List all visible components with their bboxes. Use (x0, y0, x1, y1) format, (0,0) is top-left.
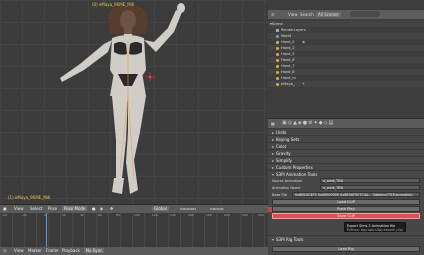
load-rig-button[interactable]: Load Rig (272, 246, 420, 252)
outliner-editor-icon[interactable]: ☰ (271, 12, 275, 17)
timeline-header: ◷ View Marker Frame Playback No Sync (0, 247, 268, 255)
outliner-tree: ▾Scene RenderLayers World Hand_0 ◉ Hand_2… (268, 19, 424, 118)
character-model (60, 3, 185, 194)
tick-label: -20 (22, 213, 27, 217)
layer-buttons[interactable]: ▫▫▫▫▫▫ (180, 206, 196, 211)
timeline-view-menu[interactable]: View (14, 248, 24, 253)
viewport-header-text: (0) eMaya_96ME_Mdl (92, 2, 135, 7)
object-icon (276, 46, 279, 50)
tick-label: 200 (224, 213, 230, 217)
current-frame-indicator[interactable] (46, 213, 47, 247)
manipulator-icon[interactable]: ✥ (110, 206, 113, 211)
pose-menu[interactable]: Pose (48, 206, 57, 211)
object-icon (276, 76, 279, 80)
load-clip-button[interactable]: Load CLIP (272, 199, 420, 205)
panel-s3pi-animation[interactable]: ▾ S3PI Animation Tools (268, 170, 424, 178)
timeline-ticks: -40 -20 0 20 40 60 80 100 120 140 160 18… (0, 213, 268, 218)
export-tooltip: Export Sims 3 Animation file Python: bpy… (344, 222, 406, 232)
collapse-icon: ▾ (272, 237, 275, 242)
tick-label: 100 (134, 213, 140, 217)
tick-label: 120 (152, 213, 158, 217)
context-tabs[interactable]: ▣◎▲◈●⚙✦◆◇▤ (282, 120, 334, 126)
collapse-icon: ▾ (272, 172, 275, 177)
source-animation-field[interactable]: a_walk_TBD (320, 178, 420, 183)
render-layers-icon (276, 28, 279, 32)
timeline[interactable] (0, 213, 268, 247)
tick-label: 60 (98, 213, 102, 217)
outliner-search-input[interactable] (350, 11, 380, 17)
tick-label: 160 (188, 213, 194, 217)
outliner-row[interactable]: eMaya_ ✦ (268, 81, 424, 87)
frame-menu[interactable]: Frame (46, 248, 58, 253)
rush-play-button[interactable]: Rush Play (272, 206, 420, 212)
tooltip-python: Python: bpy.ops.s3py.export_clip() (347, 228, 403, 232)
outliner-search-menu[interactable]: Search (300, 12, 314, 17)
orientation-dropdown[interactable]: Global (152, 206, 169, 211)
3d-viewport[interactable]: (0) eMaya_96ME_Mdl (1) eMaya_96ME_Mdl (0, 0, 268, 204)
animation-name-field[interactable]: a_walk_TBD (320, 185, 420, 190)
tick-label: 220 (242, 213, 248, 217)
pivot-icon[interactable]: ◈ (100, 206, 103, 211)
base-file-field[interactable]: 0x6B20C4F3 0x00000000 0x8E9AF5E7C4A... (… (292, 192, 420, 197)
object-icon (276, 70, 279, 74)
object-icon (276, 52, 279, 56)
sync-dropdown[interactable]: No Sync (84, 248, 105, 253)
armature-data-icon[interactable]: ✦ (302, 81, 305, 87)
base-file-label: Base File (272, 193, 288, 197)
source-animation-label: Source Animation (272, 179, 303, 183)
scene-display-dropdown[interactable]: All Scenes (316, 12, 341, 17)
tick-label: 20 (62, 213, 66, 217)
save-clip-button[interactable]: Save CLIP (272, 213, 420, 219)
marker-menu[interactable]: Marker (28, 248, 42, 253)
object-icon (276, 64, 279, 68)
animation-name-label: Animation Name (272, 186, 301, 190)
properties-editor-icon[interactable]: ▦ (271, 121, 275, 126)
mode-dropdown[interactable]: Pose Mode (62, 206, 88, 211)
shading-icon[interactable]: ● (92, 206, 96, 211)
clock-icon[interactable]: ◷ (3, 248, 7, 253)
editor-type-icon[interactable]: ▣ (3, 206, 7, 211)
properties-panel: ▸ Units ▸ Keying Sets ▸ Color ▸ Gravity ▸ Sim… (268, 128, 424, 255)
select-menu[interactable]: Select (30, 206, 42, 211)
outliner-view-menu[interactable]: View (288, 12, 298, 17)
tick-label: 40 (80, 213, 84, 217)
tick-label: -40 (2, 213, 7, 217)
view-menu[interactable]: View (14, 206, 24, 211)
outliner-header: ☰ View Search All Scenes (268, 10, 424, 19)
playback-menu[interactable]: Playback (62, 248, 80, 253)
world-icon (276, 34, 279, 38)
layer-buttons-2[interactable]: ▫▫▫▫▫ (210, 206, 224, 211)
tick-label: 80 (116, 213, 120, 217)
tick-label: 180 (206, 213, 212, 217)
object-icon (276, 40, 279, 44)
armature-icon (276, 82, 279, 86)
panel-s3pi-rig[interactable]: ▾ S3PI Rig Tools (268, 235, 424, 243)
tick-label: 240 (258, 213, 264, 217)
tick-label: 140 (170, 213, 176, 217)
object-icon (276, 58, 279, 62)
viewport-object-label: (1) eMaya_96ME_Mdl (8, 195, 51, 200)
